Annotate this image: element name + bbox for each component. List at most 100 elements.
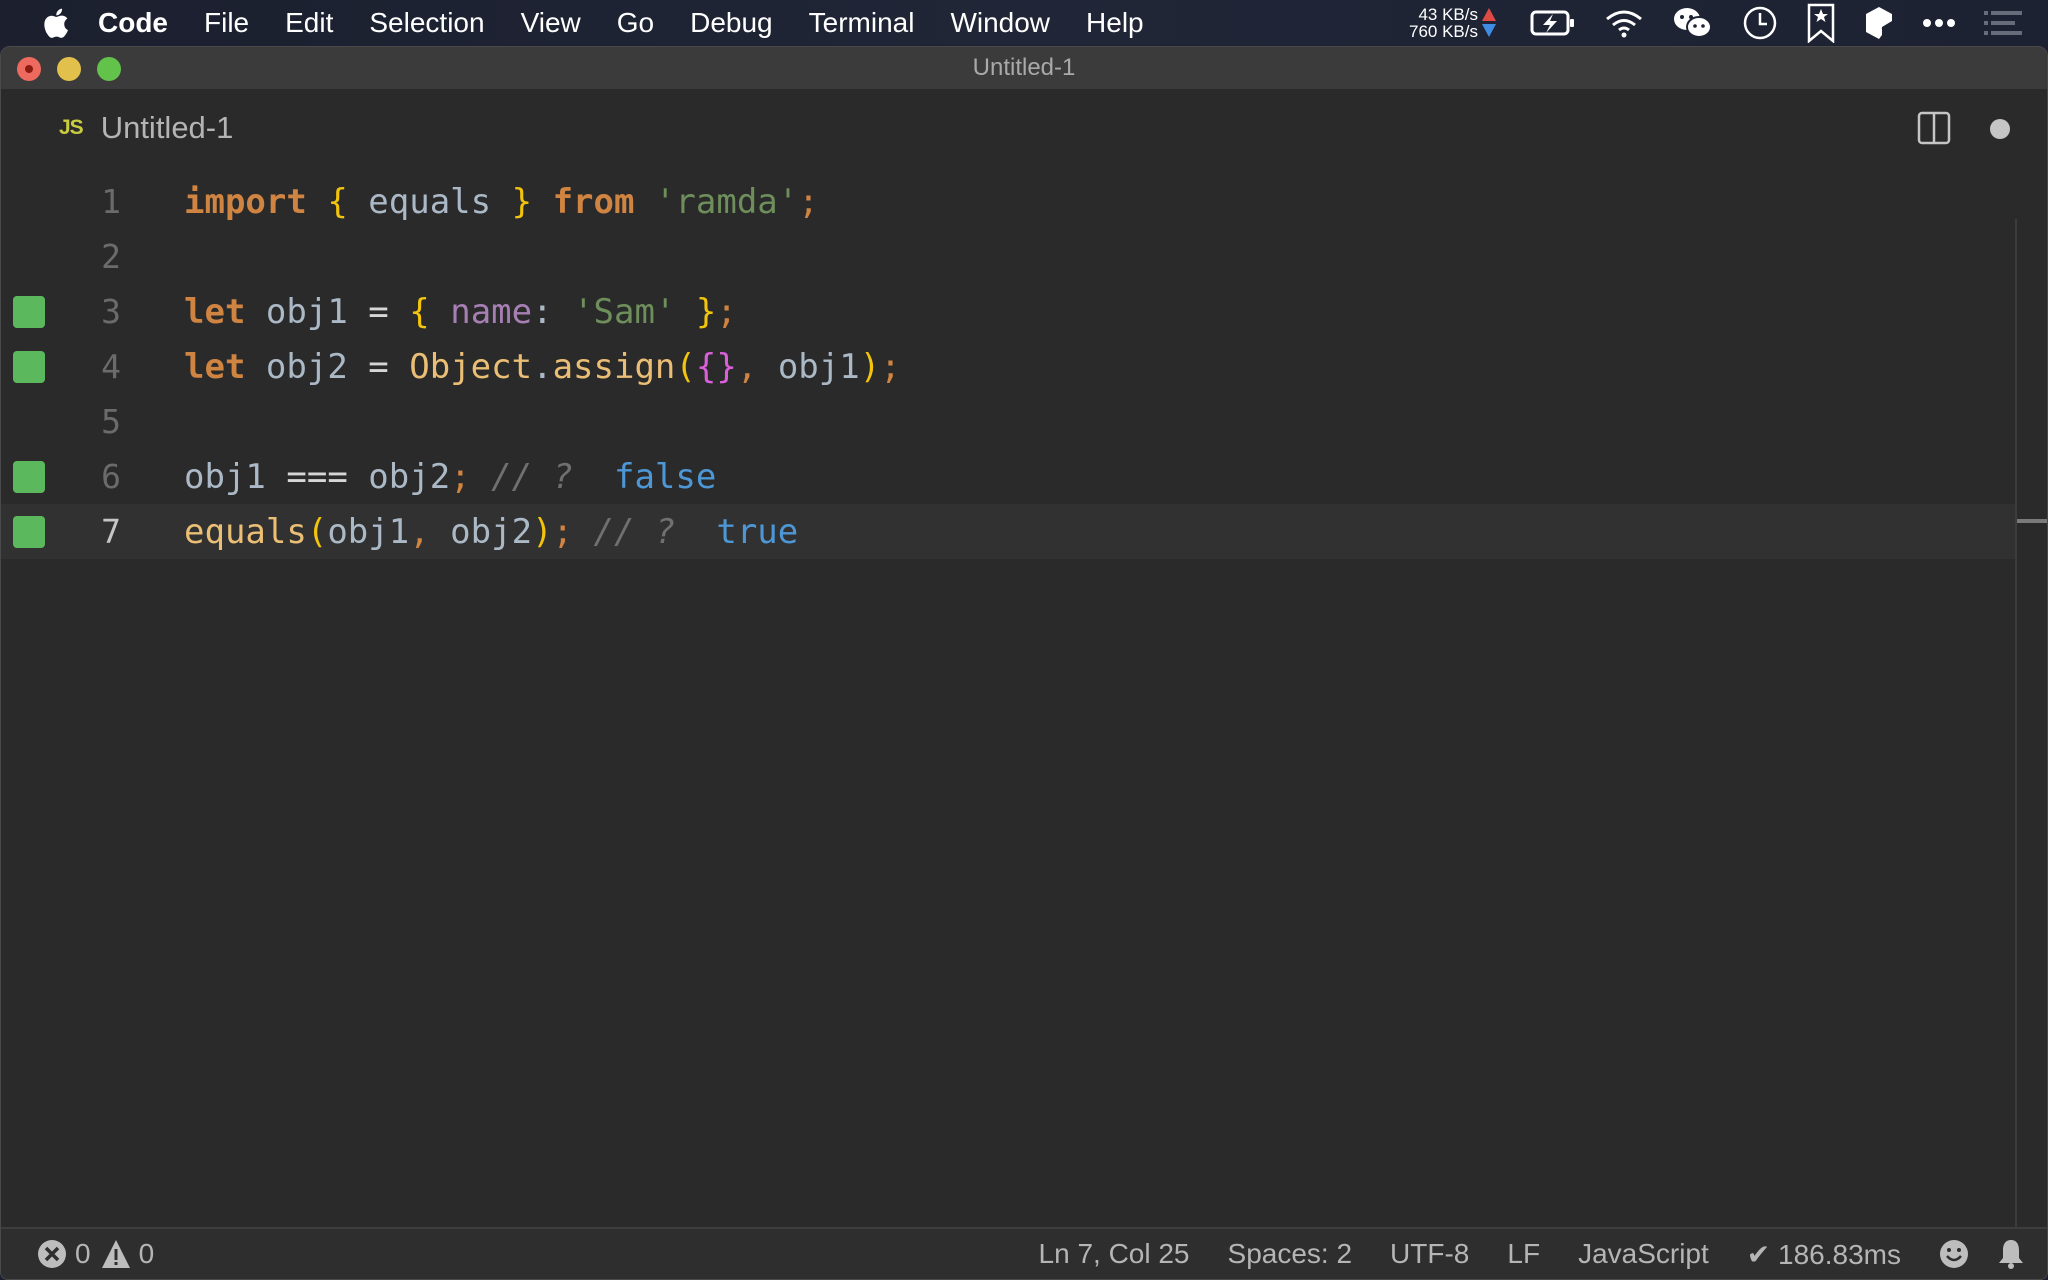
code-token: assign [552,346,676,387]
wechat-icon[interactable] [1672,6,1714,40]
code-token: ; [450,456,471,497]
indentation-setting[interactable]: Spaces: 2 [1228,1238,1353,1270]
menu-terminal[interactable]: Terminal [809,7,915,39]
notifications-bell-icon[interactable] [1997,1238,2025,1270]
clock-icon[interactable] [1742,5,1778,41]
scrollbar-cursor-marker [2017,519,2047,523]
code-token: ( [306,511,328,552]
app-cube-icon[interactable] [1864,5,1894,41]
feedback-smiley-icon[interactable] [1939,1239,1969,1269]
macos-menu-bar: Code File Edit Selection View Go Debug T… [0,0,2048,45]
code-token: obj2 [265,346,348,387]
quokka-timing[interactable]: ✔ 186.83ms [1747,1238,1901,1271]
code-token: : [532,291,553,332]
code-token: ) [532,511,553,552]
coverage-marker-icon [13,460,45,493]
coverage-marker-icon [13,350,45,383]
download-arrow-icon [1482,24,1496,37]
line-code: let obj2 = Object.assign({}, obj1); [184,347,901,387]
upload-arrow-icon [1482,8,1496,21]
overview-ruler-scrollbar[interactable] [2015,219,2047,1229]
code-token: . [532,346,553,387]
menu-help[interactable]: Help [1086,7,1144,39]
line-code: let obj1 = { name: 'Sam' }; [184,292,737,332]
line-number: 4 [101,347,121,386]
menu-debug[interactable]: Debug [690,7,773,39]
file-encoding[interactable]: UTF-8 [1390,1238,1469,1270]
list-menu-icon[interactable] [1984,9,2022,37]
code-line[interactable]: 4 let obj2 = Object.assign({}, obj1); [1,339,2017,394]
more-dots-icon[interactable] [1922,18,1956,28]
menu-view[interactable]: View [521,7,581,39]
bookmark-star-icon[interactable] [1806,3,1836,43]
window-controls [17,57,121,81]
battery-charging-icon[interactable] [1530,9,1576,37]
code-line[interactable]: 2 [1,229,2017,284]
menu-selection[interactable]: Selection [369,7,484,39]
code-token: { [695,346,717,387]
code-token: obj2 [450,511,533,552]
code-line-current[interactable]: 7 equals(obj1, obj2); // ? true [1,504,2017,559]
status-bar-right: Ln 7, Col 25 Spaces: 2 UTF-8 LF JavaScri… [1001,1238,2025,1271]
vscode-window: Untitled-1 JS Untitled-1 1 import { equa… [0,46,2048,1280]
error-icon [38,1240,66,1268]
menu-edit[interactable]: Edit [285,7,333,39]
code-line[interactable]: 6 obj1 === obj2; // ? false [1,449,2017,504]
line-number: 7 [101,512,121,551]
code-token: === [286,456,348,497]
code-token: Object [409,346,533,387]
code-token: ; [716,291,737,332]
line-number: 5 [101,402,121,441]
maximize-window-button[interactable] [97,57,121,81]
line-number: 3 [101,292,121,331]
close-window-button[interactable] [17,57,41,81]
code-token: , [409,511,430,552]
menu-bar-tray: 43 KB/s 760 KB/s [1409,0,2048,45]
network-speed[interactable]: 43 KB/s 760 KB/s [1409,6,1478,40]
code-token: ( [675,346,696,387]
line-number: 1 [101,182,121,221]
code-token: = [368,291,389,332]
coverage-marker-icon [13,515,45,548]
split-editor-icon[interactable] [1917,111,1951,145]
line-endings[interactable]: LF [1507,1238,1540,1270]
menu-go[interactable]: Go [617,7,654,39]
menu-app-code[interactable]: Code [98,7,168,39]
cursor-position[interactable]: Ln 7, Col 25 [1039,1238,1190,1270]
code-token: obj1 [265,291,348,332]
code-token: , [736,346,758,387]
tab-untitled-1[interactable]: JS Untitled-1 [59,103,233,153]
code-token: import [184,181,307,222]
status-bar: 0 0 Ln 7, Col 25 Spaces: 2 UTF-8 LF Java… [1,1227,2047,1279]
apple-logo-icon[interactable] [40,6,70,40]
code-token: let [184,291,246,332]
code-line[interactable]: 5 [1,394,2017,449]
window-title: Untitled-1 [972,54,1076,81]
wifi-icon[interactable] [1604,8,1644,38]
code-token: equals [368,181,492,222]
code-token: from [552,181,635,222]
menu-file[interactable]: File [204,7,249,39]
code-token: obj1 [184,456,266,497]
warning-count: 0 [138,1238,155,1269]
code-line[interactable]: 3 let obj1 = { name: 'Sam' }; [1,284,2017,339]
javascript-file-icon: JS [59,116,84,139]
upload-speed: 43 KB/s [1418,4,1478,24]
code-token: // ? [491,456,574,497]
code-line[interactable]: 1 import { equals } from 'ramda'; [1,174,2017,229]
code-editor[interactable]: 1 import { equals } from 'ramda'; 2 3 le… [1,169,2047,1229]
line-code: import { equals } from 'ramda'; [184,182,819,222]
problems-indicator[interactable]: 0 0 [37,1238,164,1270]
language-mode[interactable]: JavaScript [1578,1238,1709,1270]
line-code: obj1 === obj2; // ? false [184,457,716,497]
code-token: let [184,346,246,387]
line-number: 6 [101,457,121,496]
code-token: equals [184,511,307,552]
minimize-window-button[interactable] [57,57,81,81]
editor-tab-bar: JS Untitled-1 [1,89,2047,169]
code-token: { [409,291,430,332]
code-token: obj1 [777,346,860,387]
menu-window[interactable]: Window [950,7,1050,39]
code-token: obj2 [368,456,451,497]
unsaved-changes-dot-icon[interactable] [1990,119,2010,139]
